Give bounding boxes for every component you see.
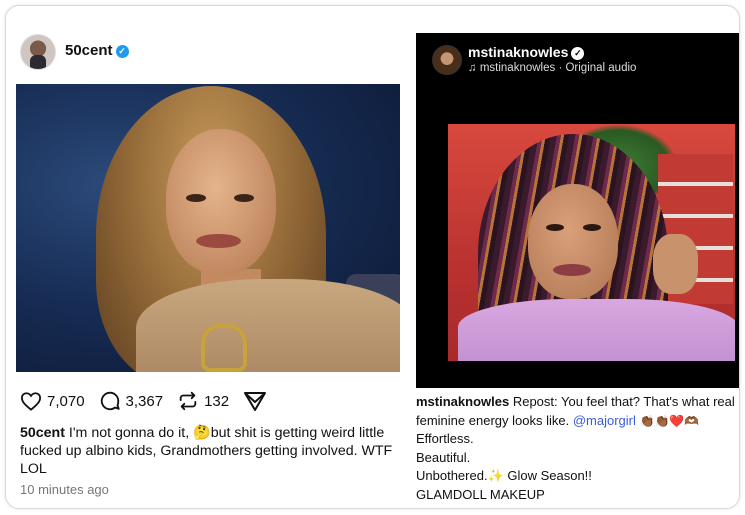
- action-bar: 7,070 3,367 132: [20, 388, 286, 414]
- username-label[interactable]: 50cent: [65, 42, 113, 59]
- reel-caption: mstinaknowles Repost: You feel that? Tha…: [416, 393, 739, 504]
- caption-line: Unbothered.✨ Glow Season!!: [416, 467, 739, 486]
- caption-text: Unbothered.: [416, 468, 488, 483]
- eye-shape: [583, 224, 601, 231]
- audio-label[interactable]: ♫ mstinaknowles · Original audio: [468, 62, 636, 74]
- caption-line: Effortless.: [416, 431, 474, 446]
- caption-text: Glow Season!!: [503, 468, 592, 483]
- caption-line: mstinaknowles Repost: You feel that? Tha…: [416, 393, 739, 430]
- eye-shape: [234, 194, 254, 202]
- comment-count: 3,367: [125, 392, 164, 410]
- reel-username[interactable]: mstinaknowles ✓: [468, 44, 585, 60]
- comment-button[interactable]: 3,367: [99, 390, 164, 412]
- threads-post: 50cent ✓ 7,070 3,367 132 50cent I'm not …: [6, 6, 406, 506]
- post-timestamp: 10 minutes ago: [20, 482, 109, 497]
- verified-badge-icon: ✓: [571, 47, 585, 60]
- repost-button[interactable]: 132: [177, 390, 229, 412]
- reel-container[interactable]: mstinaknowles ✓ ♫ mstinaknowles · Origina…: [416, 33, 739, 388]
- share-button[interactable]: [243, 390, 272, 412]
- repost-count: 132: [204, 392, 230, 410]
- lips-shape: [553, 264, 591, 276]
- verified-badge-icon: ✓: [115, 45, 129, 58]
- eye-shape: [186, 194, 206, 202]
- lips-shape: [196, 234, 241, 248]
- brooch-shape: [201, 324, 247, 372]
- avatar[interactable]: [20, 34, 56, 70]
- username-label[interactable]: mstinaknowles: [468, 44, 568, 60]
- face-shape: [166, 129, 276, 274]
- comment-icon: [100, 391, 120, 411]
- repost-icon: [179, 391, 197, 411]
- post-caption: 50cent I'm not gonna do it, 🤔but shit is…: [20, 424, 405, 478]
- reel-video[interactable]: [448, 124, 735, 361]
- screenshot-card: 50cent ✓ 7,070 3,367 132 50cent I'm not …: [5, 5, 740, 509]
- caption-text: I'm not gonna do it, 🤔but shit is gettin…: [20, 425, 393, 477]
- emoji-text: 👏🏾👏🏾❤️🫶🏾: [639, 413, 700, 428]
- caption-username[interactable]: mstinaknowles: [416, 394, 509, 409]
- caption-line: GLAMDOLL MAKEUP: [416, 486, 545, 502]
- caption-line: Beautiful.: [416, 449, 471, 465]
- instagram-reel-post: mstinaknowles ✓ ♫ mstinaknowles · Origina…: [416, 33, 739, 508]
- eye-shape: [546, 224, 564, 231]
- like-button[interactable]: 7,070: [20, 391, 85, 411]
- sparkles-icon: ✨: [487, 468, 504, 483]
- post-image[interactable]: [16, 84, 400, 372]
- face-shape: [528, 184, 618, 299]
- heart-icon: [20, 392, 42, 411]
- audio-text: mstinaknowles · Original audio: [479, 62, 637, 74]
- mention-link[interactable]: @majorgirl: [573, 413, 636, 428]
- hand-shape: [653, 234, 698, 294]
- top-shape: [458, 299, 735, 361]
- share-icon: [244, 392, 267, 411]
- jacket-shape: [136, 279, 400, 372]
- avatar[interactable]: [432, 45, 462, 75]
- caption-username[interactable]: 50cent: [20, 425, 65, 441]
- like-count: 7,070: [47, 392, 85, 410]
- music-note-icon: ♫: [468, 62, 477, 74]
- post-username[interactable]: 50cent ✓: [65, 42, 129, 59]
